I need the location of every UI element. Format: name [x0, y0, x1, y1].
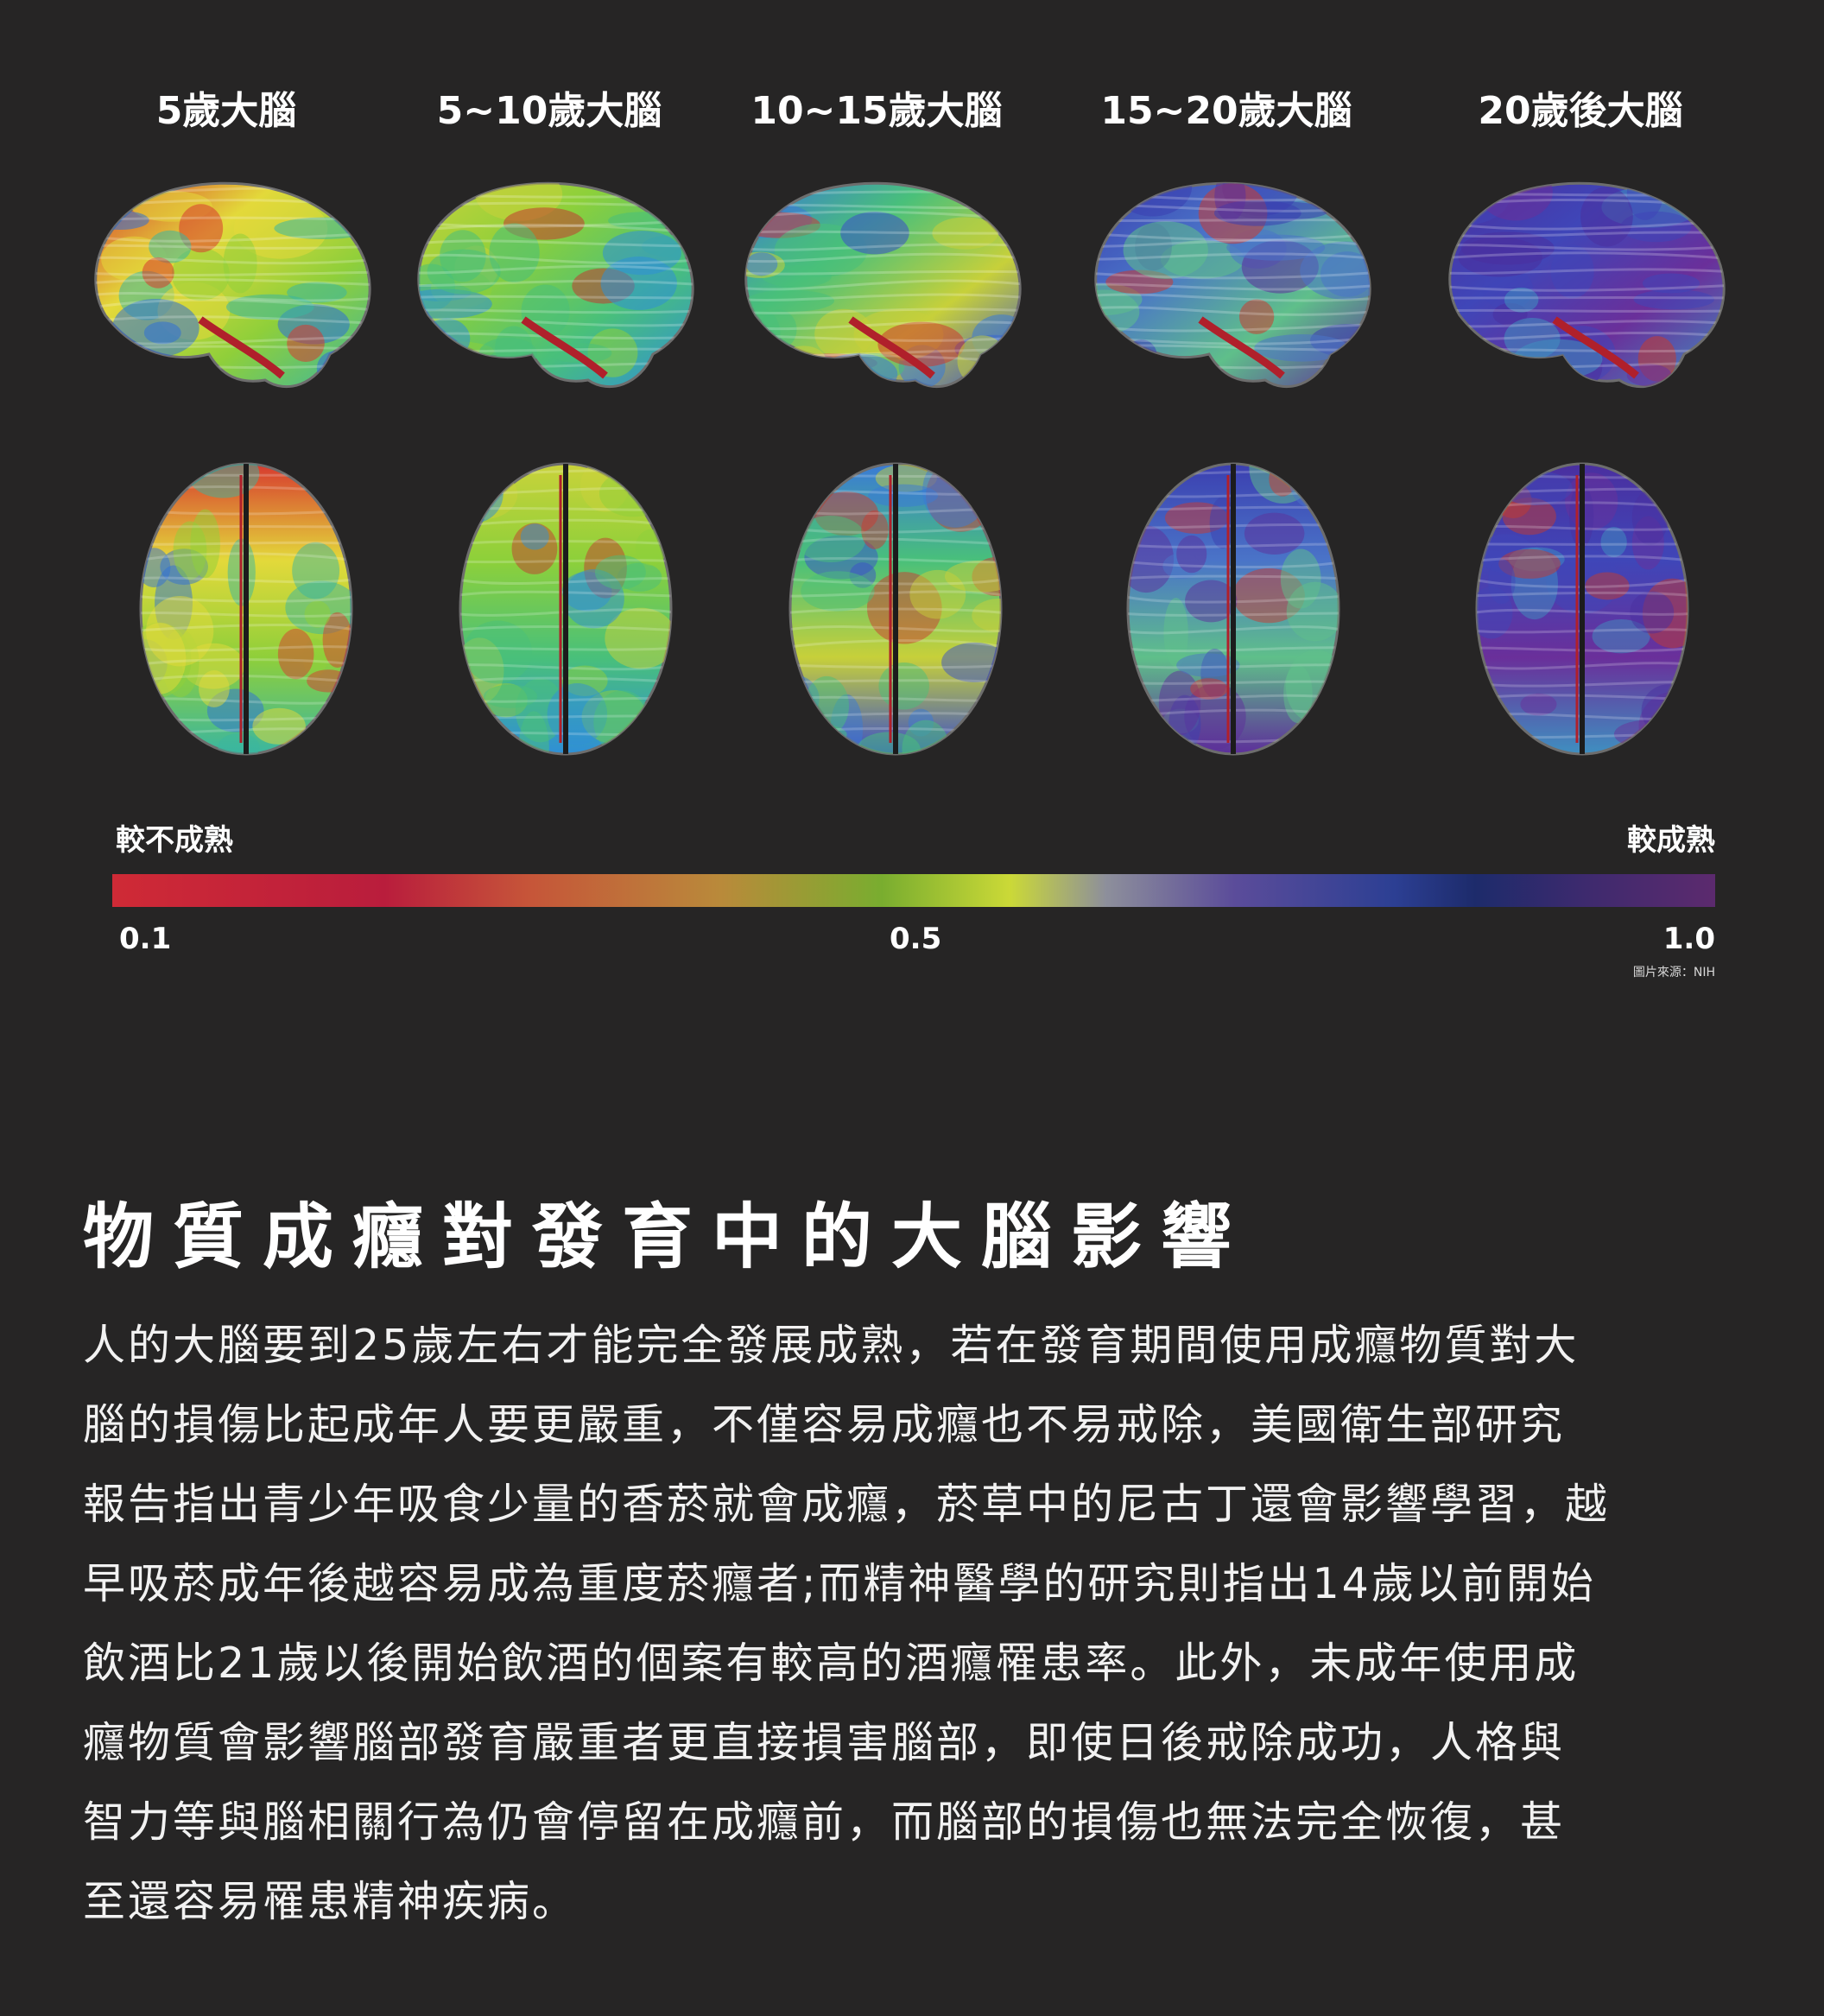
brain-side-view	[394, 168, 705, 402]
brain-side-view	[71, 168, 382, 402]
brain-top-view	[1470, 458, 1694, 760]
stage-labels: 5歲大腦 5~10歲大腦 10~15歲大腦 15~20歲大腦 20歲後大腦	[0, 79, 1824, 149]
brain-top-view	[1121, 458, 1346, 760]
article-body-line: 飲酒比21歲以後開始飲酒的個案有較高的酒癮罹患率。此外，未成年使用成	[83, 1639, 1580, 1688]
brain-top-view	[783, 458, 1008, 760]
image-credit: 圖片來源：NIH	[1632, 966, 1715, 979]
article-body-line: 人的大腦要到25歲左右才能完全發展成熟，若在發育期間使用成癮物質對大	[83, 1321, 1580, 1370]
article-body-line: 報告指出青少年吸食少量的香菸就會成癮，菸草中的尼古丁還會影響學習，越	[83, 1480, 1611, 1529]
brain-side-view	[721, 168, 1032, 402]
article-body-line: 至還容易罹患精神疾病。	[83, 1877, 578, 1926]
article-body-line: 癮物質會影響腦部發育嚴重者更直接損害腦部，即使日後戒除成功，人格與	[83, 1718, 1566, 1767]
brain-side-view	[1071, 168, 1382, 402]
article-title: 物質成癮對發育中的大腦影響	[83, 1195, 1251, 1278]
brain-top-view	[453, 458, 678, 760]
stage-label-age-20-plus: 20歲後大腦	[1478, 89, 1683, 133]
article-body-line: 智力等與腦相關行為仍會停留在成癮前，而腦部的損傷也無法完全恢復，甚	[83, 1797, 1566, 1847]
brain-side-view	[1425, 168, 1736, 402]
maturity-color-scale: 較不成熟 較成熟 0.1 0.5 1.0 圖片來源：NIH	[112, 816, 1715, 980]
scale-tick-min: 0.1	[119, 922, 172, 956]
stage-label-age-10-15: 10~15歲大腦	[750, 89, 1003, 133]
article-body-line: 腦的損傷比起成年人要更嚴重，不僅容易成癮也不易戒除，美國衛生部研究	[83, 1400, 1566, 1449]
scale-tick-max: 1.0	[1662, 922, 1715, 956]
brain-top-view	[134, 458, 358, 760]
scale-tick-mid: 0.5	[890, 922, 942, 956]
scale-label-less-mature: 較不成熟	[116, 823, 233, 858]
scale-label-more-mature: 較成熟	[1627, 823, 1715, 858]
stage-label-age-5-10: 5~10歲大腦	[436, 89, 662, 133]
stage-label-age-5: 5歲大腦	[155, 89, 297, 133]
article-body: 人的大腦要到25歲左右才能完全發展成熟，若在發育期間使用成癮物質對大 腦的損傷比…	[83, 1306, 1741, 1942]
color-gradient-bar	[112, 874, 1715, 907]
stage-label-age-15-20: 15~20歲大腦	[1100, 89, 1352, 133]
article-body-line: 早吸菸成年後越容易成為重度菸癮者;而精神醫學的研究則指出14歲以前開始	[83, 1559, 1596, 1608]
